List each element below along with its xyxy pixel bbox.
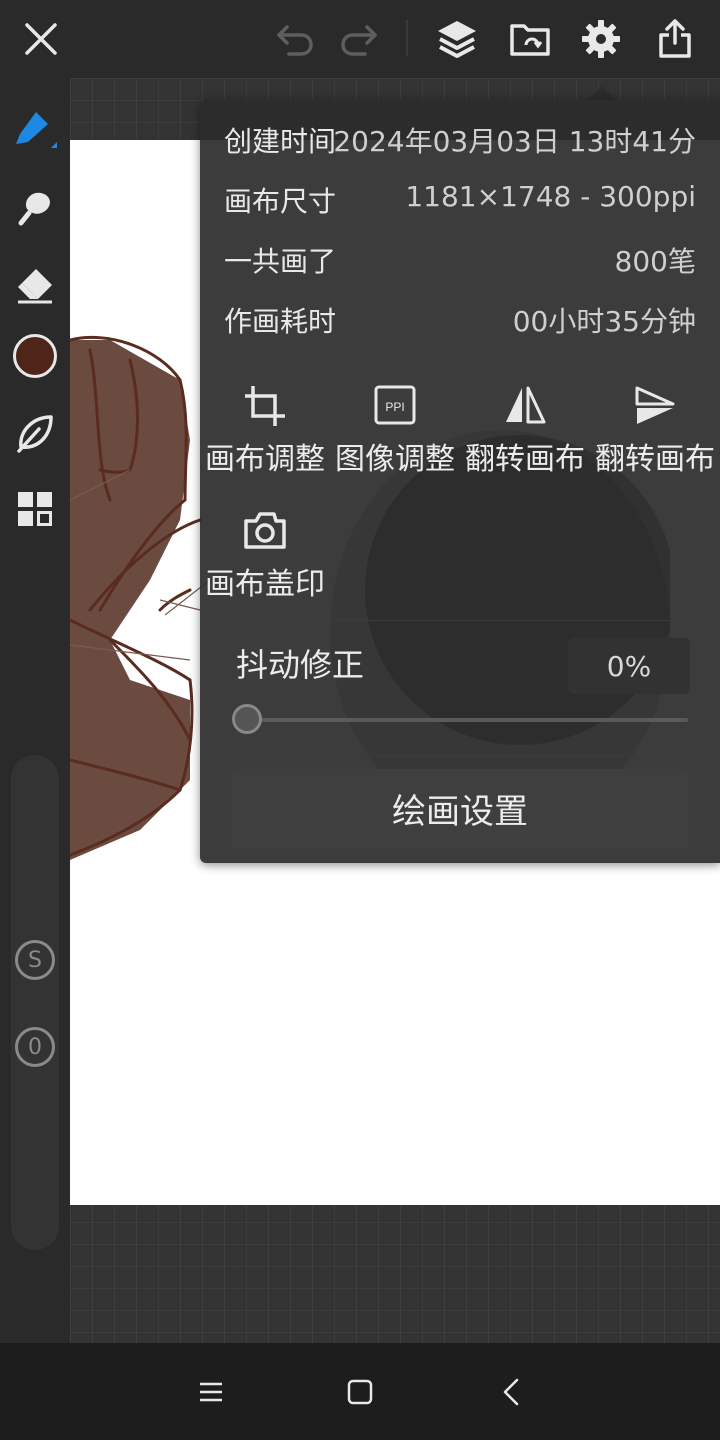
info-value: 00小时35分钟 bbox=[512, 305, 696, 338]
ppi-icon: PPI bbox=[374, 385, 416, 425]
stabilizer-label: 抖动修正 bbox=[236, 646, 365, 684]
redo-icon[interactable] bbox=[334, 14, 384, 64]
tool-label: 画布盖印 bbox=[205, 567, 325, 602]
undo-icon[interactable] bbox=[270, 14, 320, 64]
info-row-size: 画布尺寸 1181×1748 - 300ppi bbox=[224, 180, 696, 220]
canvas-info-panel: 创建时间 2024年03月03日 13时41分 画布尺寸 1181×1748 -… bbox=[200, 100, 720, 863]
info-label: 创建时间 bbox=[224, 125, 337, 158]
gear-icon[interactable] bbox=[576, 14, 626, 64]
info-row-time: 作画耗时 00小时35分钟 bbox=[224, 300, 696, 340]
flip-vertical-button[interactable]: 翻转画布 bbox=[590, 370, 720, 480]
info-row-strokes: 一共画了 800笔 bbox=[224, 240, 696, 280]
grid-icon[interactable] bbox=[10, 484, 60, 534]
ppi-label: PPI bbox=[385, 400, 404, 414]
mode-0-button[interactable]: 0 bbox=[15, 1027, 55, 1067]
canvas-stamp-button[interactable]: 画布盖印 bbox=[200, 495, 330, 605]
info-value: 800笔 bbox=[614, 245, 696, 278]
mode-s-button[interactable]: S bbox=[15, 940, 55, 980]
back-icon[interactable] bbox=[486, 1367, 536, 1417]
flip-horizontal-button[interactable]: 翻转画布 bbox=[460, 370, 590, 480]
camera-icon bbox=[244, 512, 286, 549]
smudge-icon[interactable] bbox=[10, 182, 60, 232]
menu-icon[interactable] bbox=[186, 1367, 236, 1417]
stabilizer-slider-thumb[interactable] bbox=[232, 704, 262, 734]
layers-icon[interactable] bbox=[432, 14, 482, 64]
panel-divider bbox=[200, 755, 720, 756]
info-label: 作画耗时 bbox=[224, 305, 337, 338]
panel-divider bbox=[200, 360, 720, 361]
top-bar bbox=[0, 0, 720, 78]
tool-label: 图像调整 bbox=[335, 442, 455, 477]
system-nav-bar bbox=[0, 1343, 720, 1440]
crop-icon bbox=[245, 386, 285, 426]
brush-size-slider[interactable] bbox=[11, 755, 59, 1250]
leaf-icon[interactable] bbox=[10, 408, 60, 458]
toolbar-divider bbox=[406, 20, 408, 56]
tool-label: 翻转画布 bbox=[595, 442, 715, 477]
info-row-created: 创建时间 2024年03月03日 13时41分 bbox=[224, 120, 696, 160]
stabilizer-slider-track[interactable] bbox=[248, 718, 688, 722]
color-swatch[interactable] bbox=[13, 334, 57, 378]
tool-label: 翻转画布 bbox=[465, 442, 585, 477]
share-icon[interactable] bbox=[650, 14, 700, 64]
home-icon[interactable] bbox=[335, 1367, 385, 1417]
canvas-adjust-button[interactable]: 画布调整 bbox=[200, 370, 330, 480]
info-value: 2024年03月03日 13时41分 bbox=[333, 125, 696, 158]
panel-divider bbox=[200, 620, 720, 621]
drawing-settings-button[interactable]: 绘画设置 bbox=[232, 769, 688, 848]
flip-vertical-icon bbox=[635, 386, 675, 424]
tool-label: 画布调整 bbox=[205, 442, 325, 477]
info-value: 1181×1748 - 300ppi bbox=[405, 180, 696, 213]
info-label: 画布尺寸 bbox=[224, 185, 337, 218]
close-icon[interactable] bbox=[16, 14, 66, 64]
folder-sync-icon[interactable] bbox=[505, 14, 555, 64]
flip-horizontal-icon bbox=[506, 386, 546, 424]
panel-pointer bbox=[588, 86, 616, 100]
eraser-icon[interactable] bbox=[10, 260, 60, 310]
brush-icon[interactable] bbox=[10, 102, 60, 152]
stabilizer-value[interactable]: 0% bbox=[568, 638, 690, 694]
image-adjust-button[interactable]: PPI 图像调整 bbox=[330, 370, 460, 480]
info-label: 一共画了 bbox=[224, 245, 337, 278]
